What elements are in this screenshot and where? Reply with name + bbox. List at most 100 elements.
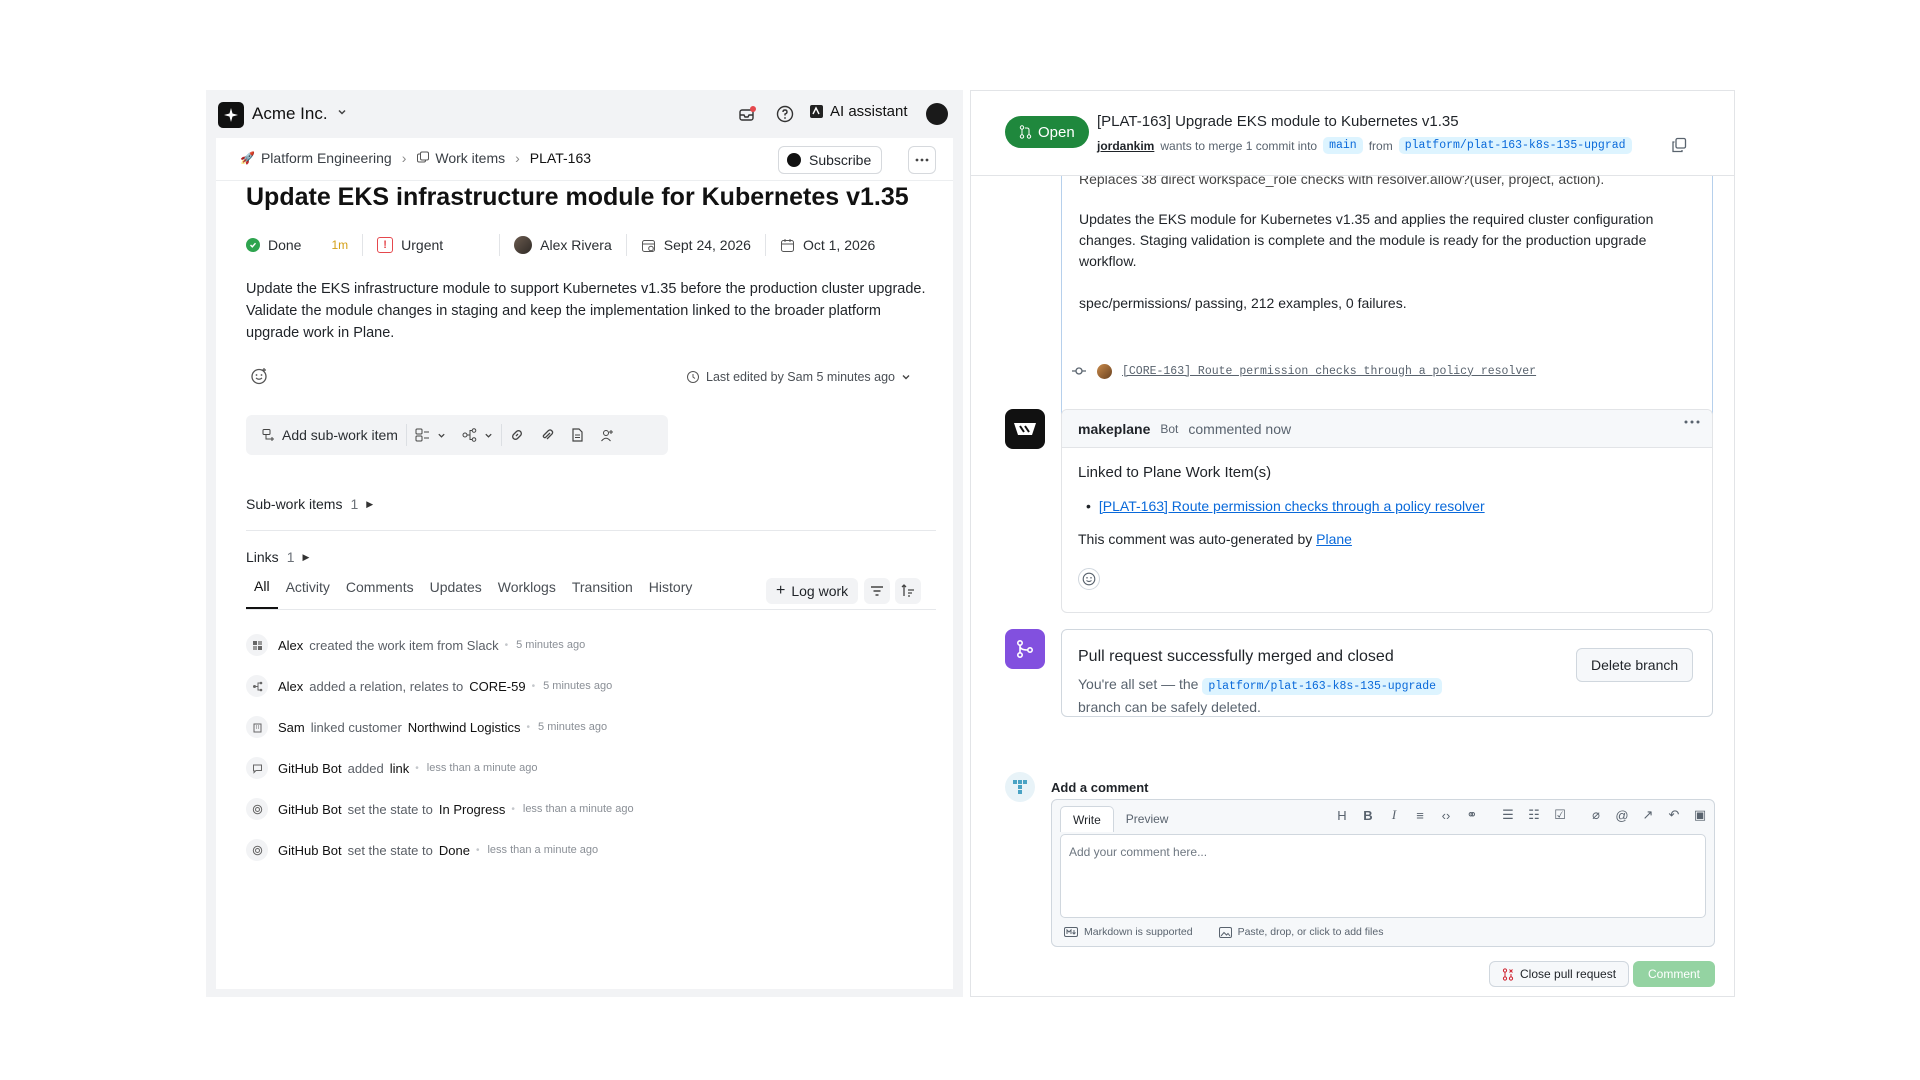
activity-actor[interactable]: GitHub Bot: [278, 843, 342, 858]
filter-button[interactable]: [864, 578, 890, 604]
breadcrumb-current[interactable]: PLAT-163: [530, 150, 591, 166]
activity-text: set the state to: [347, 842, 433, 858]
activity-actor[interactable]: Alex: [278, 638, 303, 653]
task-list-icon[interactable]: ☑: [1552, 807, 1568, 823]
link-icon[interactable]: [502, 421, 532, 449]
quote-icon[interactable]: ≡: [1412, 807, 1428, 823]
activity-item: GitHub Bot set the state to Done • less …: [246, 835, 598, 865]
assignee-property[interactable]: Alex Rivera: [514, 236, 612, 254]
ordered-list-icon[interactable]: ☰: [1500, 807, 1516, 823]
links-section[interactable]: Links 1 ▶: [246, 549, 309, 565]
last-edited-label: Last edited by Sam 5 minutes ago: [706, 370, 896, 384]
bold-icon[interactable]: B: [1360, 807, 1376, 823]
page-icon[interactable]: [562, 421, 592, 449]
tab-history[interactable]: History: [641, 577, 701, 609]
user-avatar[interactable]: [926, 103, 948, 125]
attach-files-hint[interactable]: Paste, drop, or click to add files: [1218, 926, 1383, 938]
pr-author-link[interactable]: jordankim: [1097, 139, 1154, 153]
close-pull-request-button[interactable]: Close pull request: [1489, 961, 1630, 987]
undo-icon[interactable]: ↶: [1666, 807, 1682, 823]
relation-dropdown[interactable]: [407, 421, 454, 449]
workspace-name[interactable]: Acme Inc.: [252, 104, 328, 124]
sub-work-items-section[interactable]: Sub-work items 1 ▶: [246, 496, 373, 512]
tab-activity[interactable]: Activity: [278, 577, 338, 609]
chevron-down-icon: [485, 433, 492, 438]
unordered-list-icon[interactable]: ☷: [1526, 807, 1542, 823]
comment-author[interactable]: makeplane: [1078, 421, 1150, 437]
start-date-property[interactable]: Sept 24, 2026: [641, 237, 751, 253]
tab-transition[interactable]: Transition: [564, 577, 641, 609]
code-icon[interactable]: ‹›: [1438, 807, 1454, 823]
more-options-button[interactable]: [908, 146, 936, 174]
markdown-hint[interactable]: Markdown is supported: [1064, 926, 1193, 938]
last-edited[interactable]: Last edited by Sam 5 minutes ago: [686, 370, 911, 384]
current-user-avatar[interactable]: [1005, 772, 1035, 802]
add-sub-work-item-button[interactable]: Add sub-work item: [254, 421, 406, 449]
head-branch-chip[interactable]: platform/plat-163-k8s-135-upgrad: [1398, 137, 1632, 154]
subscribe-label: Subscribe: [809, 152, 872, 168]
activity-time: 5 minutes ago: [543, 680, 613, 692]
state-property[interactable]: Done: [246, 237, 301, 253]
base-branch-chip[interactable]: main: [1323, 137, 1363, 154]
sort-button[interactable]: [895, 578, 921, 604]
pr-from-text: from: [1368, 138, 1393, 153]
tab-write[interactable]: Write: [1060, 806, 1114, 832]
customer-icon[interactable]: [592, 421, 622, 449]
description[interactable]: Update the EKS infrastructure module to …: [246, 278, 936, 344]
add-reaction-icon[interactable]: [1078, 568, 1100, 590]
bot-comment: makeplane Bot commented now Linked to Pl…: [1061, 409, 1713, 613]
ellipsis-icon[interactable]: [1684, 420, 1700, 424]
commit-author-avatar[interactable]: [1097, 363, 1112, 379]
add-comment-label: Add a comment: [1051, 780, 1149, 795]
tab-all[interactable]: All: [246, 577, 278, 609]
heading-icon[interactable]: H: [1334, 807, 1350, 823]
copy-icon[interactable]: [1671, 137, 1687, 153]
activity-actor[interactable]: Sam: [278, 720, 305, 735]
link-icon[interactable]: ⚭: [1464, 807, 1480, 823]
comment-submit-button[interactable]: Comment: [1633, 961, 1715, 987]
page-title[interactable]: Update EKS infrastructure module for Kub…: [246, 183, 909, 212]
mention-icon[interactable]: @: [1614, 807, 1630, 823]
help-icon[interactable]: [774, 103, 796, 125]
subscribe-button[interactable]: Subscribe: [778, 146, 883, 174]
chevron-down-icon[interactable]: [336, 106, 348, 118]
italic-icon[interactable]: I: [1386, 807, 1402, 823]
commit-link[interactable]: [CORE-163] Route permission checks throu…: [1122, 365, 1536, 378]
breadcrumb-work-items[interactable]: Work items: [435, 150, 505, 166]
tab-updates[interactable]: Updates: [422, 577, 490, 609]
assignee-avatar: [514, 236, 533, 254]
inbox-icon[interactable]: [736, 103, 758, 125]
delete-branch-button[interactable]: Delete branch: [1576, 648, 1694, 682]
attachment-icon[interactable]: ⌀: [1588, 807, 1604, 823]
check-circle-icon: [246, 238, 260, 252]
activity-target[interactable]: Northwind Logistics: [408, 720, 521, 735]
comment-textarea[interactable]: Add your comment here...: [1060, 834, 1706, 918]
emoji-reaction-icon[interactable]: [250, 367, 268, 385]
tab-worklogs[interactable]: Worklogs: [490, 577, 564, 609]
log-work-button[interactable]: + Log work: [766, 578, 859, 604]
separator-dot: •: [511, 803, 515, 815]
merged-branch-chip[interactable]: platform/plat-163-k8s-135-upgrade: [1202, 678, 1443, 695]
comment-time[interactable]: commented now: [1188, 421, 1291, 437]
workspace-logo[interactable]: [218, 102, 244, 128]
activity-target[interactable]: CORE-59: [469, 679, 525, 694]
linked-work-item-link[interactable]: [PLAT-163] Route permission checks throu…: [1099, 498, 1485, 514]
estimate-badge[interactable]: 1m: [331, 238, 348, 252]
activity-actor[interactable]: Alex: [278, 679, 303, 694]
hierarchy-dropdown[interactable]: [454, 421, 501, 449]
activity-actor[interactable]: GitHub Bot: [278, 802, 342, 817]
reference-icon[interactable]: ↗: [1640, 807, 1656, 823]
activity-target[interactable]: link: [390, 761, 410, 776]
attachment-icon[interactable]: [532, 421, 562, 449]
fullscreen-icon[interactable]: ▣: [1692, 807, 1708, 823]
activity-actor[interactable]: GitHub Bot: [278, 761, 342, 776]
tab-preview[interactable]: Preview: [1114, 806, 1181, 832]
due-date-property[interactable]: Oct 1, 2026: [780, 237, 875, 253]
plane-link[interactable]: Plane: [1316, 531, 1352, 547]
pr-title[interactable]: [PLAT-163] Upgrade EKS module to Kuberne…: [1097, 113, 1459, 130]
tab-comments[interactable]: Comments: [338, 577, 422, 609]
ai-assistant-button[interactable]: AI assistant: [809, 103, 908, 120]
breadcrumb-project[interactable]: Platform Engineering: [261, 150, 392, 166]
priority-property[interactable]: ! Urgent: [377, 237, 443, 253]
makeplane-avatar[interactable]: [1005, 409, 1045, 449]
